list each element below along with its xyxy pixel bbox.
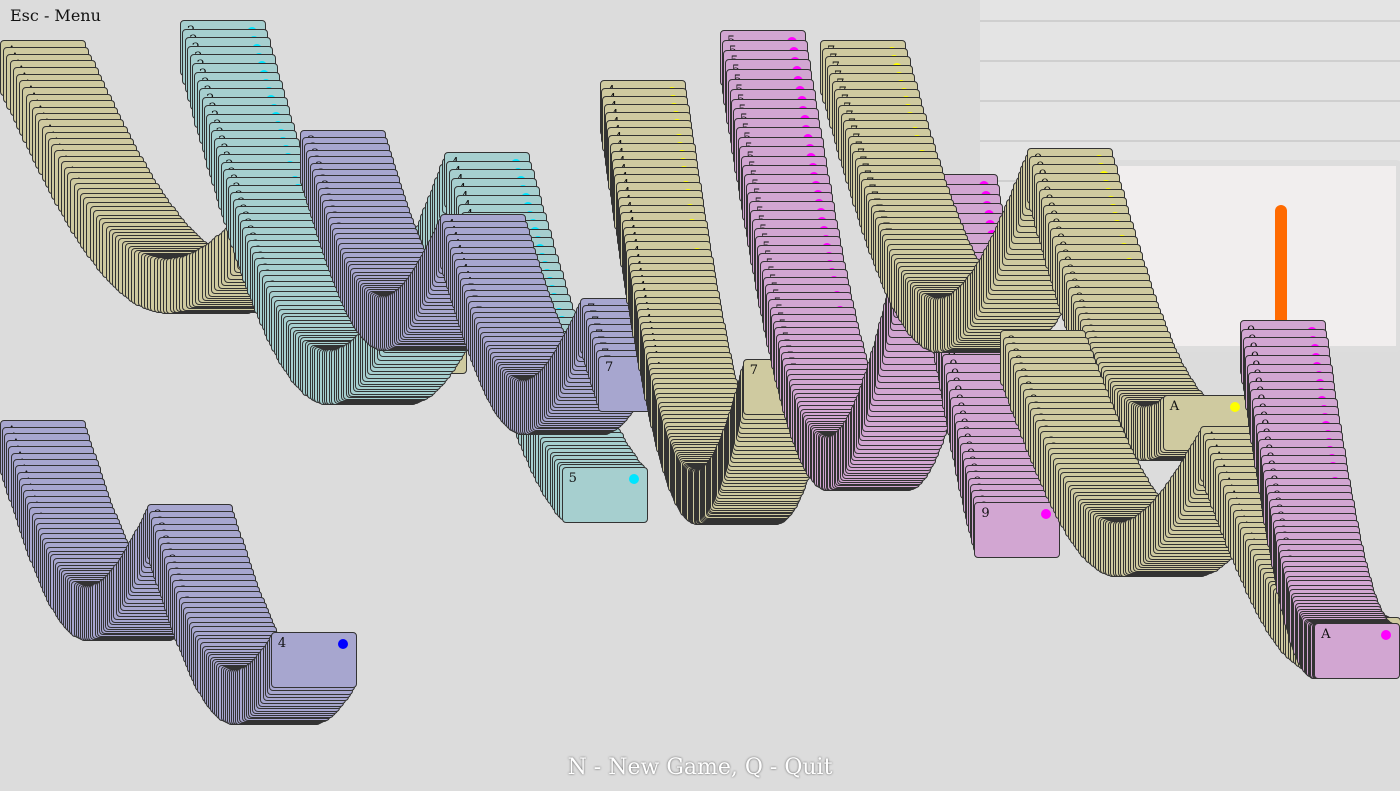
cabinet-handle	[1275, 205, 1287, 335]
controls-hint: N - New Game, Q - Quit	[567, 755, 833, 780]
card: 4	[270, 631, 357, 688]
card: 9	[974, 502, 1061, 559]
card: 5	[561, 466, 648, 523]
menu-hint: Esc - Menu	[10, 6, 101, 25]
card: A	[1314, 622, 1400, 679]
card-cascade-scene: AAAAAAAAAAAAAAAAAAAAAAAAAAAAAAAAAAAAAAAA…	[0, 0, 1400, 791]
